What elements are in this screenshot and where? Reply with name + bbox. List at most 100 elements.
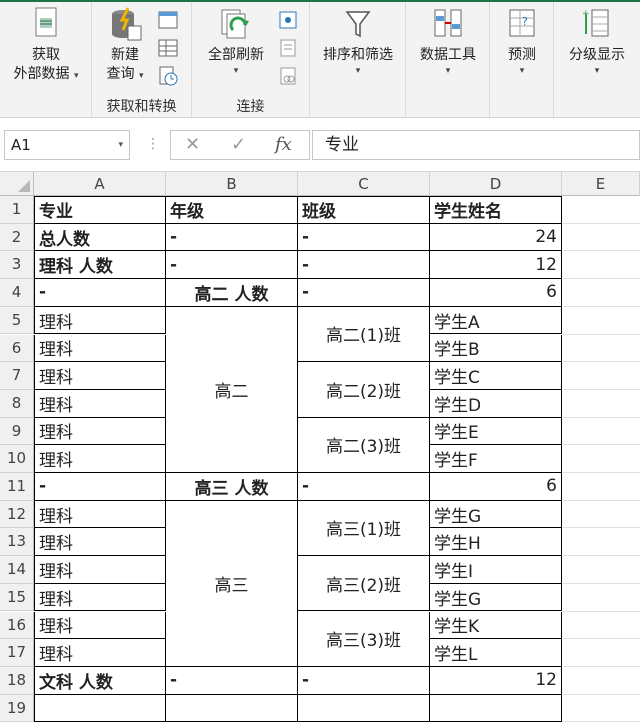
cell-d5[interactable]: 学生A xyxy=(430,306,562,335)
cell-d19[interactable] xyxy=(430,694,562,722)
forecast-button[interactable]: ? 预测 ▾ xyxy=(490,6,554,77)
cell-a3[interactable]: 理科 人数 xyxy=(34,251,166,280)
row-header-3[interactable]: 3 xyxy=(0,251,34,280)
cell-a8[interactable]: 理科 xyxy=(34,389,166,418)
column-header-d[interactable]: D xyxy=(430,172,562,196)
cell-d6[interactable]: 学生B xyxy=(430,334,562,363)
row-header-11[interactable]: 11 xyxy=(0,473,34,501)
outline-button[interactable]: + 分级显示 ▾ xyxy=(554,6,640,77)
row-header-16[interactable]: 16 xyxy=(0,611,34,640)
cell-a11[interactable]: - xyxy=(34,473,166,501)
cell-d14[interactable]: 学生I xyxy=(430,556,562,584)
cell-a7[interactable]: 理科 xyxy=(34,362,166,390)
cell-a18[interactable]: 文科 人数 xyxy=(34,666,166,695)
cell-a13[interactable]: 理科 xyxy=(34,528,166,557)
properties-icon[interactable] xyxy=(278,38,298,58)
row-header-18[interactable]: 18 xyxy=(0,666,34,695)
new-query-button[interactable]: 新建 查询 ▾ xyxy=(94,6,156,86)
chevron-down-icon[interactable]: ▾ xyxy=(118,131,123,159)
cell-d2[interactable]: 24 xyxy=(430,223,562,252)
cell-c7[interactable]: 高二(2)班 xyxy=(298,362,430,418)
get-external-data-button[interactable]: 获取 外部数据 ▾ xyxy=(0,6,92,86)
cell-a16[interactable]: 理科 xyxy=(34,611,166,640)
cell-d18[interactable]: 12 xyxy=(430,666,562,695)
column-header-a[interactable]: A xyxy=(34,172,166,196)
row-header-14[interactable]: 14 xyxy=(0,556,34,584)
cell-b4[interactable]: 高二 人数 xyxy=(166,279,298,307)
refresh-all-button[interactable]: 全部刷新 ▾ xyxy=(196,6,276,77)
cell-c5[interactable]: 高二(1)班 xyxy=(298,306,430,363)
cell-a2[interactable]: 总人数 xyxy=(34,223,166,252)
cell-b11[interactable]: 高三 人数 xyxy=(166,473,298,501)
cell-b5[interactable]: 高二 xyxy=(166,306,298,473)
row-header-6[interactable]: 6 xyxy=(0,334,34,363)
cell-c2[interactable]: - xyxy=(298,223,430,252)
cell-c4[interactable]: - xyxy=(298,279,430,307)
cell-b2[interactable]: - xyxy=(166,223,298,252)
column-header-c[interactable]: C xyxy=(298,172,430,196)
cell-a6[interactable]: 理科 xyxy=(34,334,166,363)
cell-a15[interactable]: 理科 xyxy=(34,583,166,612)
cell-b18[interactable]: - xyxy=(166,666,298,695)
cell-a5[interactable]: 理科 xyxy=(34,306,166,335)
row-header-1[interactable]: 1 xyxy=(0,196,34,224)
row-header-9[interactable]: 9 xyxy=(0,417,34,446)
cell-c3[interactable]: - xyxy=(298,251,430,280)
cell-d13[interactable]: 学生H xyxy=(430,528,562,557)
cell-a9[interactable]: 理科 xyxy=(34,417,166,446)
cell-b19[interactable] xyxy=(166,694,298,722)
cell-c16[interactable]: 高三(3)班 xyxy=(298,611,430,667)
row-header-2[interactable]: 2 xyxy=(0,223,34,252)
row-header-12[interactable]: 12 xyxy=(0,500,34,529)
row-header-15[interactable]: 15 xyxy=(0,583,34,612)
cell-a1[interactable]: 专业 xyxy=(34,196,166,224)
column-header-e[interactable]: E xyxy=(562,172,640,196)
cell-b12[interactable]: 高三 xyxy=(166,500,298,667)
show-queries-icon[interactable] xyxy=(158,10,178,30)
cell-b3[interactable]: - xyxy=(166,251,298,280)
cell-d9[interactable]: 学生E xyxy=(430,417,562,446)
cell-c19[interactable] xyxy=(298,694,430,722)
cell-a14[interactable]: 理科 xyxy=(34,556,166,584)
cell-a12[interactable]: 理科 xyxy=(34,500,166,529)
edit-links-icon[interactable] xyxy=(278,66,298,86)
row-header-13[interactable]: 13 xyxy=(0,528,34,557)
cell-a17[interactable]: 理科 xyxy=(34,639,166,667)
row-header-19[interactable]: 19 xyxy=(0,694,34,722)
cell-d12[interactable]: 学生G xyxy=(430,500,562,529)
recent-sources-icon[interactable] xyxy=(158,66,178,86)
cell-d15[interactable]: 学生G xyxy=(430,583,562,612)
row-header-4[interactable]: 4 xyxy=(0,279,34,307)
row-header-10[interactable]: 10 xyxy=(0,445,34,473)
name-box[interactable]: A1 ▾ xyxy=(4,130,130,160)
cell-c14[interactable]: 高三(2)班 xyxy=(298,556,430,612)
row-header-17[interactable]: 17 xyxy=(0,639,34,667)
from-table-icon[interactable] xyxy=(158,38,178,58)
cell-a10[interactable]: 理科 xyxy=(34,445,166,473)
cell-c1[interactable]: 班级 xyxy=(298,196,430,224)
cell-d8[interactable]: 学生D xyxy=(430,389,562,418)
cell-c12[interactable]: 高三(1)班 xyxy=(298,500,430,557)
cell-d7[interactable]: 学生C xyxy=(430,362,562,390)
connections-icon[interactable] xyxy=(278,10,298,30)
cancel-icon[interactable]: ✕ xyxy=(185,134,200,155)
select-all-button[interactable] xyxy=(0,172,34,196)
sort-filter-button[interactable]: 排序和筛选 ▾ xyxy=(310,6,406,77)
row-header-8[interactable]: 8 xyxy=(0,389,34,418)
cell-d17[interactable]: 学生L xyxy=(430,639,562,667)
cell-a19[interactable] xyxy=(34,694,166,722)
cell-d10[interactable]: 学生F xyxy=(430,445,562,473)
cell-d11[interactable]: 6 xyxy=(430,473,562,501)
enter-icon[interactable]: ✓ xyxy=(231,134,246,155)
cell-a4[interactable]: - xyxy=(34,279,166,307)
insert-function-icon[interactable]: fx xyxy=(275,134,292,155)
cell-b1[interactable]: 年级 xyxy=(166,196,298,224)
cell-c11[interactable]: - xyxy=(298,473,430,501)
cell-d1[interactable]: 学生姓名 xyxy=(430,196,562,224)
row-header-5[interactable]: 5 xyxy=(0,306,34,335)
cell-d3[interactable]: 12 xyxy=(430,251,562,280)
cell-d16[interactable]: 学生K xyxy=(430,611,562,640)
cell-c9[interactable]: 高二(3)班 xyxy=(298,417,430,473)
data-tools-button[interactable]: 数据工具 ▾ xyxy=(406,6,490,77)
row-header-7[interactable]: 7 xyxy=(0,362,34,390)
